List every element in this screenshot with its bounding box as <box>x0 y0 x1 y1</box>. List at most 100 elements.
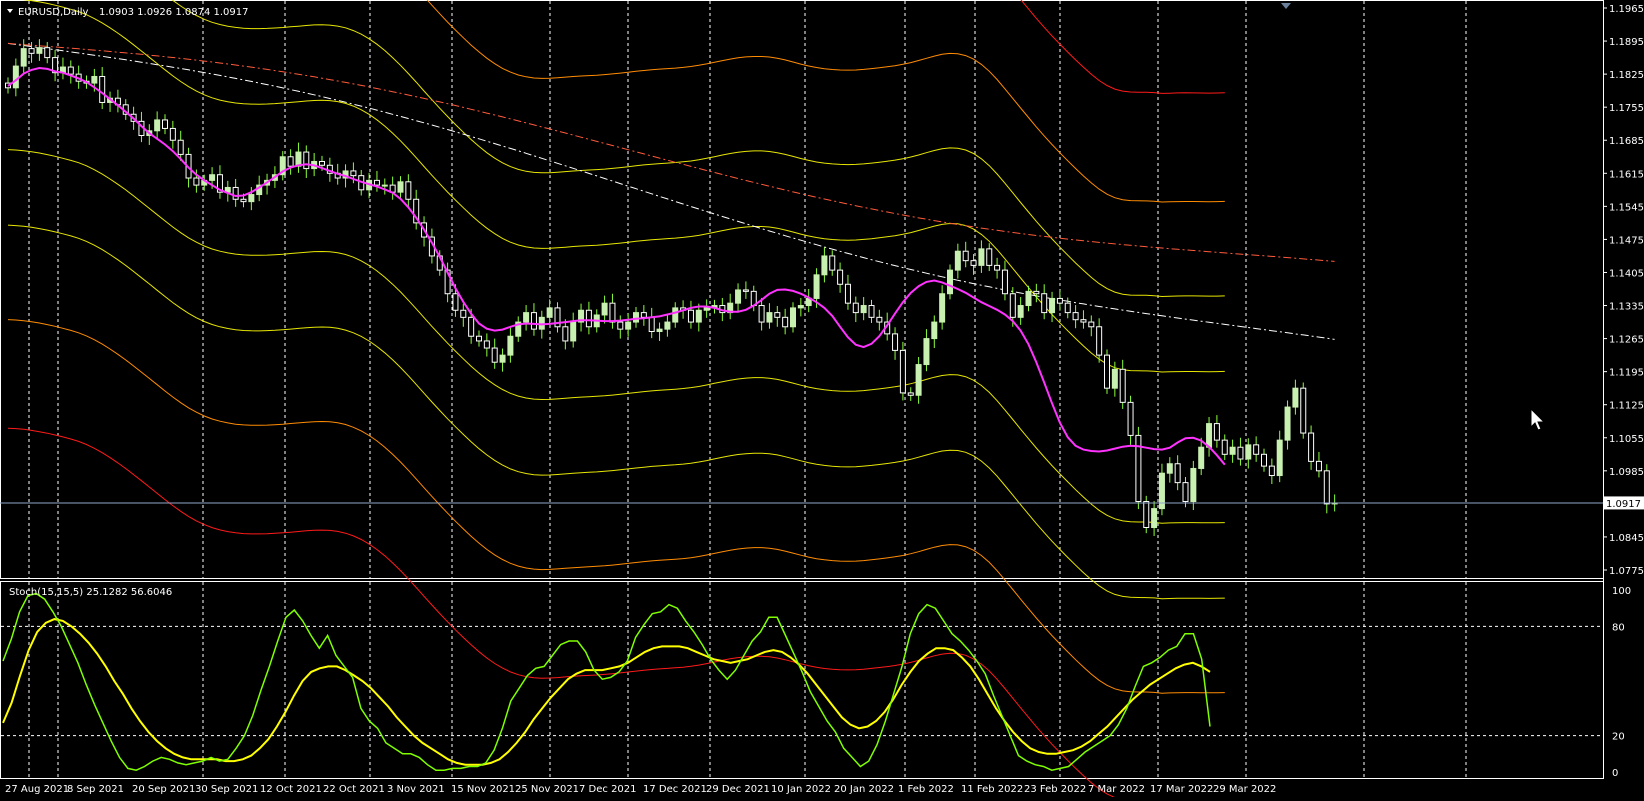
candle-body <box>687 309 694 323</box>
candle-body <box>169 127 176 141</box>
candle-body <box>491 347 498 363</box>
long-ma2-line <box>7 42 1335 262</box>
candle-body <box>1182 482 1189 503</box>
candle-body <box>381 184 388 187</box>
time-tick-label: 27 Aug 2021 <box>5 784 69 795</box>
candle-body <box>915 364 922 396</box>
stoch-tick-label: 20 <box>1612 732 1625 743</box>
stoch-tick-label: 100 <box>1612 586 1631 597</box>
candle-body <box>640 312 647 318</box>
stoch-main-line <box>2 592 1211 771</box>
envelope-line <box>7 149 1225 524</box>
stoch-axis: 100 80 20 0 <box>1612 586 1631 779</box>
price-tick-label: 1.1615 <box>1609 169 1644 180</box>
chart-shift-icon[interactable] <box>1281 3 1291 9</box>
candle-body <box>774 312 781 318</box>
candle-body <box>1174 463 1181 484</box>
candle-body <box>1080 319 1087 323</box>
time-tick-label: 17 Mar 2022 <box>1150 784 1213 795</box>
price-tick-label: 1.1895 <box>1609 37 1644 48</box>
candle-body <box>99 75 106 103</box>
cursor-icon <box>1530 407 1546 431</box>
candle-body <box>1221 439 1228 455</box>
price-tick-label: 1.1545 <box>1609 202 1644 213</box>
candle-body <box>1190 467 1197 503</box>
candle-body <box>1166 463 1173 474</box>
time-tick-label: 8 Sep 2021 <box>67 784 124 795</box>
price-tick-label: 1.0985 <box>1609 467 1644 478</box>
price-tick-label: 1.0775 <box>1609 566 1644 577</box>
candle-body <box>1261 453 1267 467</box>
candle-body <box>1096 326 1103 356</box>
stoch-signal-line <box>2 618 1211 766</box>
candle-body <box>1143 501 1150 528</box>
candle-body <box>154 119 161 132</box>
candle-body <box>1009 293 1016 318</box>
candle-body <box>1127 401 1134 436</box>
time-tick-label: 20 Sep 2021 <box>132 784 195 795</box>
candle-body <box>1206 423 1213 448</box>
candle-body <box>44 47 51 59</box>
time-tick-label: 23 Feb 2022 <box>1024 784 1086 795</box>
candle-body <box>67 66 74 75</box>
time-tick-label: 29 Dec 2021 <box>706 784 770 795</box>
chart-window: 1.1965 1.1895 1.1825 1.1755 1.1685 1.1615 1.15… <box>0 0 1644 801</box>
fast-ma <box>7 66 1226 466</box>
time-tick-label: 20 Jan 2022 <box>834 784 894 795</box>
candle-body <box>1237 446 1244 460</box>
candle-body <box>735 289 742 304</box>
time-tick-label: 3 Nov 2021 <box>387 784 445 795</box>
candle-body <box>350 170 357 177</box>
price-tick-label: 1.1125 <box>1609 401 1644 412</box>
candle-body <box>1025 290 1032 307</box>
candle-body <box>601 302 608 316</box>
candle-body <box>1198 446 1205 469</box>
time-tick-label: 11 Feb 2022 <box>961 784 1023 795</box>
candle-body <box>507 335 514 356</box>
candle-body <box>1104 354 1110 389</box>
price-tick-label: 1.1055 <box>1609 434 1644 445</box>
candle-body <box>703 307 710 311</box>
candle-body <box>193 177 200 186</box>
candle-body <box>986 248 993 266</box>
time-tick-label: 25 Nov 2021 <box>515 784 579 795</box>
candle-body <box>319 160 325 166</box>
candle-body <box>899 349 906 394</box>
candle-body <box>562 326 569 342</box>
candle-body <box>766 312 773 323</box>
candle-body <box>585 309 592 328</box>
candle-body <box>994 264 1001 271</box>
main-chart-ohlc: 1.0903 1.0926 1.0874 1.0917 <box>99 7 249 18</box>
stoch-tick-label: 0 <box>1612 768 1618 779</box>
candle-body <box>483 340 490 349</box>
candle-body <box>672 307 679 323</box>
candle-body <box>868 305 875 318</box>
time-tick-label: 17 Dec 2021 <box>643 784 707 795</box>
candle-body <box>790 307 796 328</box>
candle-body <box>829 255 836 271</box>
price-tick-label: 1.1405 <box>1609 268 1644 279</box>
candle-body <box>656 328 663 333</box>
menu-triangle-icon[interactable] <box>7 9 13 13</box>
fast-ma-line <box>7 66 1226 466</box>
candle-body <box>546 307 553 318</box>
time-tick-label: 7 Dec 2021 <box>579 784 637 795</box>
candle-body <box>970 260 977 266</box>
candle-body <box>648 316 655 333</box>
candle-body <box>1119 368 1126 403</box>
candle-body <box>1323 470 1330 505</box>
candle-body <box>813 274 820 299</box>
time-tick-label: 22 Oct 2021 <box>323 784 385 795</box>
candle-body <box>468 316 475 337</box>
candle-body <box>852 302 859 314</box>
candle-body <box>860 305 867 314</box>
candle-body <box>1268 465 1275 477</box>
chart-canvas[interactable]: 1.1965 1.1895 1.1825 1.1755 1.1685 1.1615 1.15… <box>0 0 1644 801</box>
candle-body <box>538 316 545 330</box>
stoch-title: Stoch(15,15,5) 25.1282 56.6046 <box>9 587 172 598</box>
candles <box>5 39 1338 536</box>
envelope-line <box>7 224 1225 600</box>
candle-body <box>1308 432 1315 462</box>
candle-body <box>844 283 851 304</box>
time-tick-label: 15 Nov 2021 <box>451 784 515 795</box>
